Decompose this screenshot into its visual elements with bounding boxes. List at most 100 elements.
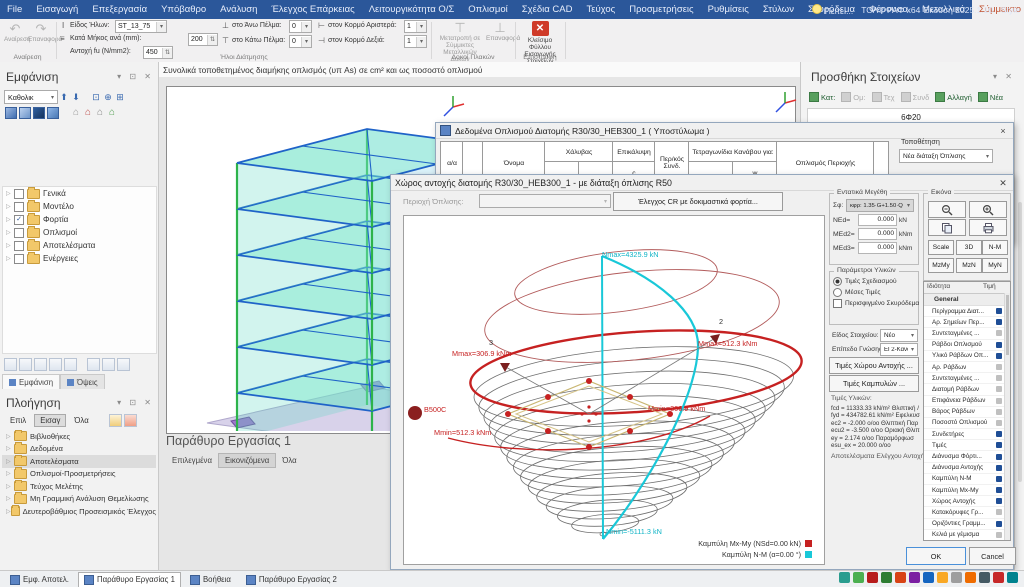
property-row[interactable]: Υλικό Ράβδων Οπ... <box>924 351 1010 362</box>
view-button-mzn[interactable]: MzN <box>956 258 982 273</box>
zoom-extents-icon[interactable]: ⊞ <box>114 91 126 103</box>
view-button-mzmy[interactable]: MzMy <box>928 258 954 273</box>
bottom-flange-combo[interactable]: 0▾ <box>289 35 312 48</box>
curve-values-button[interactable]: Τιμές Καμπυλών ... <box>829 375 919 392</box>
view-button-3d[interactable]: 3D <box>956 240 982 255</box>
add-toolbar-item[interactable]: Νέα <box>978 92 1003 102</box>
taskbar-icon[interactable] <box>867 572 878 583</box>
web-left-combo[interactable]: 1▾ <box>404 20 427 33</box>
tree-item[interactable]: ▷ Μοντέλο <box>3 200 156 213</box>
display-toolbar-icon[interactable] <box>49 358 62 371</box>
nav-toolbar-icon[interactable] <box>109 414 122 427</box>
property-row[interactable]: Κατακόρυφες Γρ... <box>924 507 1010 518</box>
tree-item[interactable]: ▷ Οπλισμοί <box>3 226 156 239</box>
expand-arrow-icon[interactable]: ▷ <box>6 495 14 502</box>
space-values-button[interactable]: Τιμές Χώρου Αντοχής ... <box>829 357 919 374</box>
taskbar-icon[interactable] <box>853 572 864 583</box>
panel-tab[interactable]: Όψεις <box>60 374 105 389</box>
add-toolbar-item[interactable]: Τεχ <box>872 92 895 102</box>
cancel-button[interactable]: Cancel <box>969 547 1016 565</box>
placement-combo[interactable]: Νέα διάταξη Όπλισης▾ <box>899 149 993 163</box>
checkbox[interactable] <box>14 215 24 225</box>
property-row[interactable]: Διατομή Ράβδων <box>924 384 1010 395</box>
bottom-tab[interactable]: Παράθυρο Εργασίας 2 <box>240 572 343 587</box>
ribbon-tab[interactable]: Οπλισμοί <box>461 0 515 19</box>
display-toolbar-icon[interactable] <box>64 358 77 371</box>
workspace-tab[interactable]: Επιλεγμένα <box>166 454 218 467</box>
bottom-tab[interactable]: Βοήθεια <box>184 572 237 587</box>
taskbar-icon[interactable] <box>909 572 920 583</box>
taskbar-icon[interactable] <box>979 572 990 583</box>
property-row[interactable]: Χώρος Αντοχής <box>924 496 1010 507</box>
property-row[interactable]: Διάνυσμα Φόρτι... <box>924 451 1010 462</box>
property-row[interactable]: Περίγραμμα Διατ... <box>924 306 1010 317</box>
ribbon-tab[interactable]: Επεξεργασία <box>85 0 154 19</box>
checkbox[interactable] <box>14 202 24 212</box>
nav-tree-item[interactable]: ▷ Δευτεροβάθμιος Προσεισμικός Έλεγχος <box>2 505 156 518</box>
web-right-combo[interactable]: 1▾ <box>404 35 427 48</box>
display-toolbar-icon[interactable] <box>19 358 32 371</box>
design-values-radio[interactable]: Τιμές Σχεδιασμού <box>833 277 915 286</box>
add-panel-controls[interactable]: ▾ ✕ <box>993 72 1015 81</box>
bottom-tab[interactable]: Παράθυρο Εργασίας 1 <box>78 572 181 587</box>
navigation-tab[interactable]: Επιλ <box>4 414 32 427</box>
ribbon-tab[interactable]: Στύλων <box>756 0 801 19</box>
undo-button[interactable]: ↶Αναίρεση <box>4 22 26 43</box>
view-cube-icon[interactable] <box>5 107 17 119</box>
display-toolbar-icon[interactable] <box>87 358 100 371</box>
close-icon[interactable]: × <box>997 125 1009 137</box>
property-row[interactable]: Συντεταγμένες ... <box>924 328 1010 339</box>
expand-arrow-icon[interactable]: ▷ <box>6 229 14 236</box>
add-toolbar-item[interactable]: Ομ: <box>841 92 865 102</box>
ribbon-tab[interactable]: File <box>0 0 29 19</box>
building-view-icon[interactable]: ⌂ <box>106 107 118 119</box>
nav-toolbar-icon[interactable] <box>124 414 137 427</box>
restore-beams-button[interactable]: ⊥Επαναφορά <box>486 21 514 42</box>
taskbar-icon[interactable] <box>923 572 934 583</box>
property-row[interactable]: Επιφάνεια Ράβδων <box>924 396 1010 407</box>
property-row[interactable]: Ποσοστό Οπλισμού <box>924 418 1010 429</box>
taskbar-icon[interactable] <box>881 572 892 583</box>
display-toolbar-icon[interactable] <box>4 358 17 371</box>
add-toolbar-item[interactable]: Κατ: <box>809 92 835 102</box>
top-flange-combo[interactable]: 0▾ <box>289 20 312 33</box>
ribbon-tab[interactable]: Υπόβαθρο <box>154 0 213 19</box>
stud-type-combo[interactable]: ST_13_75▾ <box>115 20 167 33</box>
ok-button[interactable]: OK <box>906 547 966 565</box>
nav-tree-item[interactable]: ▷ Μη Γραμμική Ανάλυση Θεμελίωσης <box>2 493 156 506</box>
property-row[interactable]: Καμπύλη Mx-My <box>924 485 1010 496</box>
property-row[interactable]: Συντεταγμένες ... <box>924 373 1010 384</box>
expand-arrow-icon[interactable]: ▷ <box>6 458 14 465</box>
move-up-icon[interactable]: ⬆ <box>58 91 70 103</box>
force-input[interactable]: 0.000 <box>858 228 897 240</box>
building-view-icon[interactable]: ⌂ <box>94 107 106 119</box>
building-view-icon[interactable]: ⌂ <box>82 107 94 119</box>
grid-scrollbar[interactable] <box>1004 293 1010 540</box>
ribbon-tab[interactable]: Λειτουργικότητα Ο/Σ <box>362 0 462 19</box>
force-input[interactable]: 0.000 <box>858 242 897 254</box>
display-toolbar-icon[interactable] <box>102 358 115 371</box>
expand-arrow-icon[interactable]: ▷ <box>6 216 14 223</box>
expand-arrow-icon[interactable]: ▷ <box>6 470 14 477</box>
ribbon-tab[interactable]: Ρυθμίσεις <box>701 0 756 19</box>
tree-item[interactable]: ▷ Γενικά <box>3 187 156 200</box>
tree-item[interactable]: ▷ Ενέργειες <box>3 252 156 265</box>
ribbon-tab[interactable]: Εισαγωγή <box>29 0 85 19</box>
tell-me-button[interactable]: Πείτε ... <box>812 4 853 16</box>
nav-tree-item[interactable]: ▷ Βιβλιοθήκες <box>2 430 156 443</box>
cr-check-button[interactable]: Έλεγχος CR με δοκιμαστικά φορτία... <box>613 192 783 211</box>
navigation-panel-controls[interactable]: ▾ ⊡ ✕ <box>117 398 154 407</box>
display-scope-combo[interactable]: Καθολικ▾ <box>4 90 58 104</box>
display-panel-controls[interactable]: ▾ ⊡ ✕ <box>117 72 154 81</box>
property-row[interactable]: Αρ. Ράβδων <box>924 362 1010 373</box>
print-button[interactable] <box>969 219 1007 236</box>
expand-arrow-icon[interactable]: ▷ <box>6 433 14 440</box>
checkbox[interactable] <box>14 241 24 251</box>
property-row[interactable]: Βάρος Ράβδων <box>924 407 1010 418</box>
taskbar-icon[interactable] <box>1007 572 1018 583</box>
ribbon-tab[interactable]: Προσμετρήσεις <box>622 0 700 19</box>
view-button-scale[interactable]: Scale <box>928 240 954 255</box>
expand-arrow-icon[interactable]: ▷ <box>6 242 14 249</box>
expand-arrow-icon[interactable]: ▷ <box>6 255 14 262</box>
taskbar-icon[interactable] <box>965 572 976 583</box>
